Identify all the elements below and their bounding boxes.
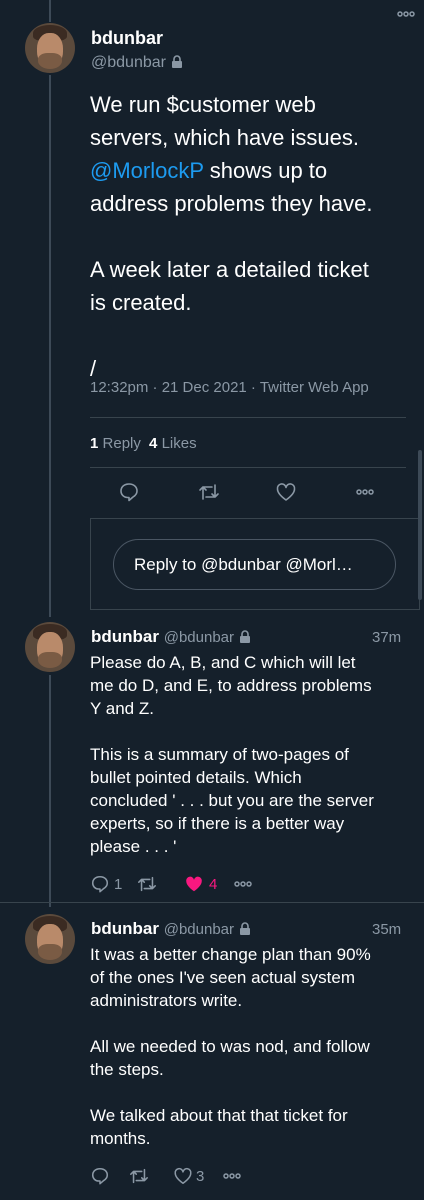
reply1-author-name[interactable]: bdunbar	[91, 627, 159, 646]
reply-count[interactable]: 1	[90, 435, 98, 452]
heart-filled-icon	[186, 876, 202, 892]
main-line-5: A week later a detailed ticket	[90, 257, 369, 282]
main-tweet-text: We run $customer web servers, which have…	[90, 88, 420, 385]
reply1-line: This is a summary of two-pages of	[90, 745, 349, 764]
reply-button-main[interactable]	[118, 481, 140, 503]
reply2-line: administrators write.	[90, 991, 243, 1010]
like-count[interactable]: 4	[149, 435, 157, 452]
reply2-line: We talked about that that ticket for	[90, 1106, 348, 1125]
avatar-reply2[interactable]	[25, 914, 75, 964]
more-button-reply2[interactable]	[222, 1172, 242, 1180]
reply1-line: me do D, and E, to address problems	[90, 676, 372, 695]
reply-input-placeholder: Reply to @bdunbar @Morl…	[134, 554, 353, 574]
more-icon-top[interactable]	[396, 6, 416, 24]
reply2-author-name[interactable]: bdunbar	[91, 919, 159, 938]
retweet-icon	[138, 876, 156, 892]
more-icon	[356, 489, 374, 495]
more-icon	[234, 881, 252, 887]
lock-icon	[171, 55, 182, 68]
retweet-button-reply2[interactable]	[128, 1166, 150, 1186]
retweet-button-reply1[interactable]	[136, 874, 158, 894]
reply2-line: months.	[90, 1129, 151, 1148]
divider-2	[90, 467, 406, 468]
reply1-like-count: 4	[209, 875, 218, 893]
reply2-time[interactable]: 35m	[372, 921, 401, 938]
reply-input[interactable]: Reply to @bdunbar @Morl…	[113, 539, 396, 590]
reply2-header: bdunbar @bdunbar	[91, 919, 252, 939]
like-button-main[interactable]	[275, 481, 297, 503]
retweet-icon	[130, 1168, 148, 1184]
thread-line-reply1	[49, 675, 51, 907]
avatar-main[interactable]	[25, 23, 75, 73]
lock-icon	[240, 630, 251, 643]
reply1-line: concluded ' . . . but you are the server	[90, 791, 374, 810]
reply2-text: It was a better change plan than 90% of …	[90, 943, 415, 1150]
more-button-reply1[interactable]	[233, 880, 253, 888]
divider-3	[0, 902, 424, 903]
reply2-line: the steps.	[90, 1060, 164, 1079]
main-line-2: servers, which have issues.	[90, 125, 359, 150]
reply2-like-count: 3	[196, 1167, 205, 1185]
more-icon	[223, 1173, 241, 1179]
reply1-text: Please do A, B, and C which will let me …	[90, 651, 415, 858]
reply-icon	[91, 1167, 109, 1185]
thread-line-top	[49, 0, 51, 22]
reply1-line: please . . . '	[90, 837, 177, 856]
main-line-1: We run $customer web	[90, 92, 316, 117]
more-button-main[interactable]	[355, 488, 375, 496]
reply-button-reply2[interactable]	[90, 1166, 110, 1186]
reply1-header: bdunbar @bdunbar	[91, 627, 252, 647]
reply-button-reply1[interactable]: 1	[90, 874, 122, 894]
main-line-6: is created.	[90, 290, 192, 315]
reply-count-label[interactable]: Reply	[103, 435, 141, 452]
reply2-author-handle[interactable]: @bdunbar	[164, 921, 234, 938]
heart-icon	[174, 1167, 192, 1185]
reply1-line: Y and Z.	[90, 699, 154, 718]
mention-link[interactable]: @MorlockP	[90, 158, 204, 183]
reply2-line: It was a better change plan than 90%	[90, 945, 371, 964]
reply-icon	[120, 483, 138, 502]
main-line-3: @MorlockP shows up to	[90, 154, 420, 187]
reply1-time[interactable]: 37m	[372, 629, 401, 646]
scrollbar[interactable]	[418, 450, 422, 600]
avatar-reply1[interactable]	[25, 622, 75, 672]
main-line-3-rest: shows up to	[203, 158, 328, 183]
engagement-stats: 1 Reply 4 Likes	[90, 435, 197, 452]
reply2-line: of the ones I've seen actual system	[90, 968, 356, 987]
main-line-4: address problems they have.	[90, 191, 373, 216]
reply2-line: All we needed to was nod, and follow	[90, 1037, 370, 1056]
main-author-handle[interactable]: @bdunbar	[91, 54, 166, 71]
retweet-icon	[199, 484, 219, 500]
like-button-reply2[interactable]: 3	[172, 1166, 204, 1186]
heart-icon	[276, 483, 296, 501]
reply1-line: Please do A, B, and C which will let	[90, 653, 356, 672]
retweet-button-main[interactable]	[197, 481, 221, 503]
main-author-name[interactable]: bdunbar	[91, 28, 163, 49]
main-timestamp[interactable]: 12:32pm · 21 Dec 2021 · Twitter Web App	[90, 379, 369, 396]
reply-icon	[91, 875, 109, 893]
lock-icon	[240, 922, 251, 935]
reply1-reply-count: 1	[114, 875, 123, 893]
like-button-reply1[interactable]: 4	[183, 874, 217, 894]
reply1-line: bullet pointed details. Which	[90, 768, 302, 787]
like-count-label[interactable]: Likes	[162, 435, 197, 452]
thread-line-main	[49, 75, 51, 617]
reply1-line: experts, so if there is a better way	[90, 814, 345, 833]
divider-1	[90, 417, 406, 418]
reply1-author-handle[interactable]: @bdunbar	[164, 629, 234, 646]
